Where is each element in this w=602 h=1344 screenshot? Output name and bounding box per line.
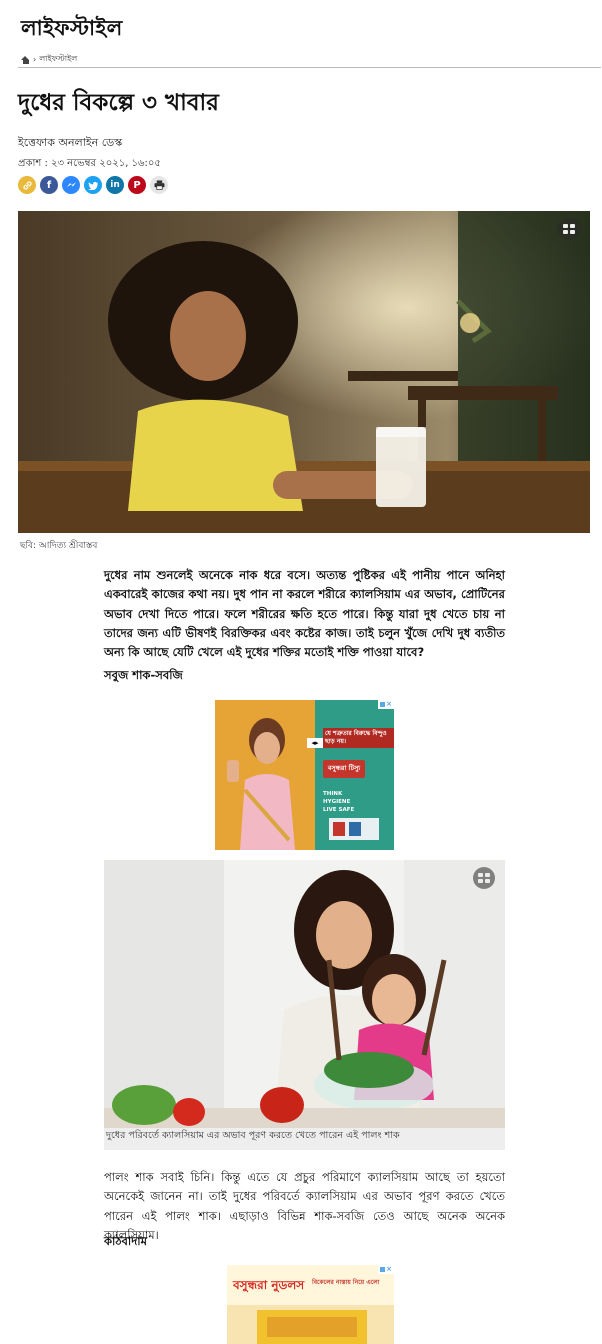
intro-paragraph: দুধের নাম শুনলেই অনেকে নাক ধরে বসে। অত্য…	[104, 568, 505, 660]
pinterest-icon[interactable]: P	[128, 176, 146, 194]
facebook-icon[interactable]: f	[40, 176, 58, 194]
home-icon[interactable]	[21, 55, 30, 64]
subhead-almond: কাঠবাদাম	[104, 1234, 148, 1248]
ad-banner-noodles[interactable]: বসুন্ধরা নুডলস বিকেলের নাস্তায় নিয়ে এল…	[227, 1265, 394, 1344]
share-bar: f in P	[18, 176, 168, 194]
ad-slogan: THINK HYGIENE LIVE SAFE	[323, 791, 355, 813]
gallery-icon[interactable]	[473, 867, 495, 889]
adchoices-icon[interactable]: ×	[378, 700, 394, 709]
ad-headline: যে শত্রুতার বিরুদ্ধে বিন্দুও ছাড় নয়।	[323, 728, 394, 748]
ad-tissue-graphic	[215, 700, 394, 850]
hero-caption: ছবি: আদিত্য শ্রীবাস্তব	[20, 541, 98, 551]
ad-brand: বসুন্ধরা নুডলস	[233, 1278, 305, 1292]
ad-banner-tissue[interactable]: যে শত্রুতার বিরুদ্ধে বিন্দুও ছাড় নয়। ব…	[215, 700, 394, 850]
article-title: দুধের বিকল্পে ৩ খাবার	[18, 90, 219, 116]
ad-brand: বসুন্ধরা টিস্যু	[327, 764, 361, 772]
figure-photo	[104, 860, 505, 1128]
hero-photo	[18, 211, 590, 533]
twitter-icon[interactable]	[84, 176, 102, 194]
breadcrumb-separator: ›	[33, 55, 37, 64]
gallery-icon[interactable]	[558, 218, 580, 240]
hero-image	[18, 211, 590, 533]
breadcrumb-current[interactable]: লাইফস্টাইল	[39, 53, 77, 66]
published-date: প্রকাশ : ২৩ নভেম্বর ২০২১, ১৬:০৫	[18, 158, 161, 169]
linkedin-icon[interactable]: in	[106, 176, 124, 194]
article-author: ইত্তেফাক অনলাইন ডেস্ক	[18, 136, 123, 149]
print-icon[interactable]	[150, 176, 168, 194]
ad-nav-arrows[interactable]: ◂▸	[307, 738, 323, 748]
ad-headline: বিকেলের নাস্তায় নিয়ে এলো	[312, 1279, 380, 1286]
messenger-icon[interactable]	[62, 176, 80, 194]
content-figure: দুধের পরিবর্তে ক্যালসিয়াম এর অভাব পূরণ …	[104, 860, 505, 1150]
paragraph-spinach: পালং শাক সবাই চিনি। কিন্তু এতে যে প্রচুর…	[104, 1170, 505, 1242]
subhead-greens: সবুজ শাক-সবজি	[104, 668, 183, 682]
section-title[interactable]: লাইফস্টাইল	[21, 12, 123, 47]
link-icon[interactable]	[18, 176, 36, 194]
figure-caption: দুধের পরিবর্তে ক্যালসিয়াম এর অভাব পূরণ …	[106, 1130, 400, 1141]
divider	[18, 67, 601, 68]
adchoices-icon[interactable]: ×	[378, 1265, 394, 1274]
breadcrumb: › লাইফস্টাইল	[21, 53, 77, 66]
